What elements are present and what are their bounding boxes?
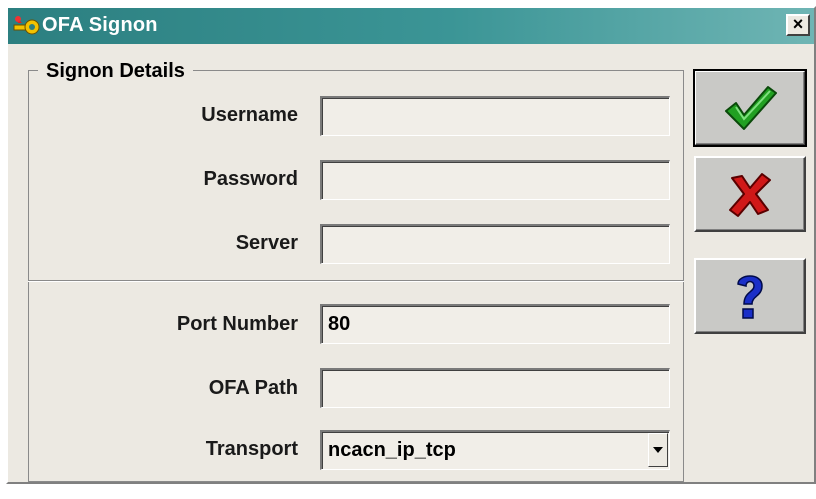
ofa-path-input[interactable] [320, 368, 670, 408]
app-icon [12, 13, 40, 39]
username-input[interactable] [320, 96, 670, 136]
dropdown-button[interactable] [648, 433, 668, 467]
chevron-down-icon [653, 447, 663, 453]
red-x-icon [729, 173, 771, 217]
window-title: OFA Signon [42, 14, 158, 36]
green-checkmark-icon [725, 86, 777, 130]
transport-value: ncacn_ip_tcp [328, 439, 456, 461]
help-button[interactable] [694, 258, 806, 334]
port-number-input[interactable]: 80 [320, 304, 670, 344]
ofa-path-label: OFA Path [208, 377, 298, 399]
server-label: Server [235, 232, 298, 254]
ok-button[interactable] [693, 69, 807, 147]
server-input[interactable] [320, 224, 670, 264]
password-input[interactable] [320, 160, 670, 200]
group-title: Signon Details [38, 60, 193, 83]
port-number-label: Port Number [176, 313, 298, 335]
password-label: Password [203, 168, 298, 190]
title-bar[interactable]: OFA Signon × [8, 8, 814, 44]
cancel-button[interactable] [694, 156, 806, 232]
question-mark-icon [737, 275, 763, 319]
transport-select[interactable]: ncacn_ip_tcp [320, 430, 670, 470]
section-divider [28, 280, 684, 282]
transport-label: Transport [205, 438, 298, 460]
close-button[interactable]: × [786, 14, 810, 36]
username-label: Username [201, 104, 298, 126]
ofa-signon-dialog: OFA Signon × Signon Details Username Pas… [6, 6, 816, 484]
